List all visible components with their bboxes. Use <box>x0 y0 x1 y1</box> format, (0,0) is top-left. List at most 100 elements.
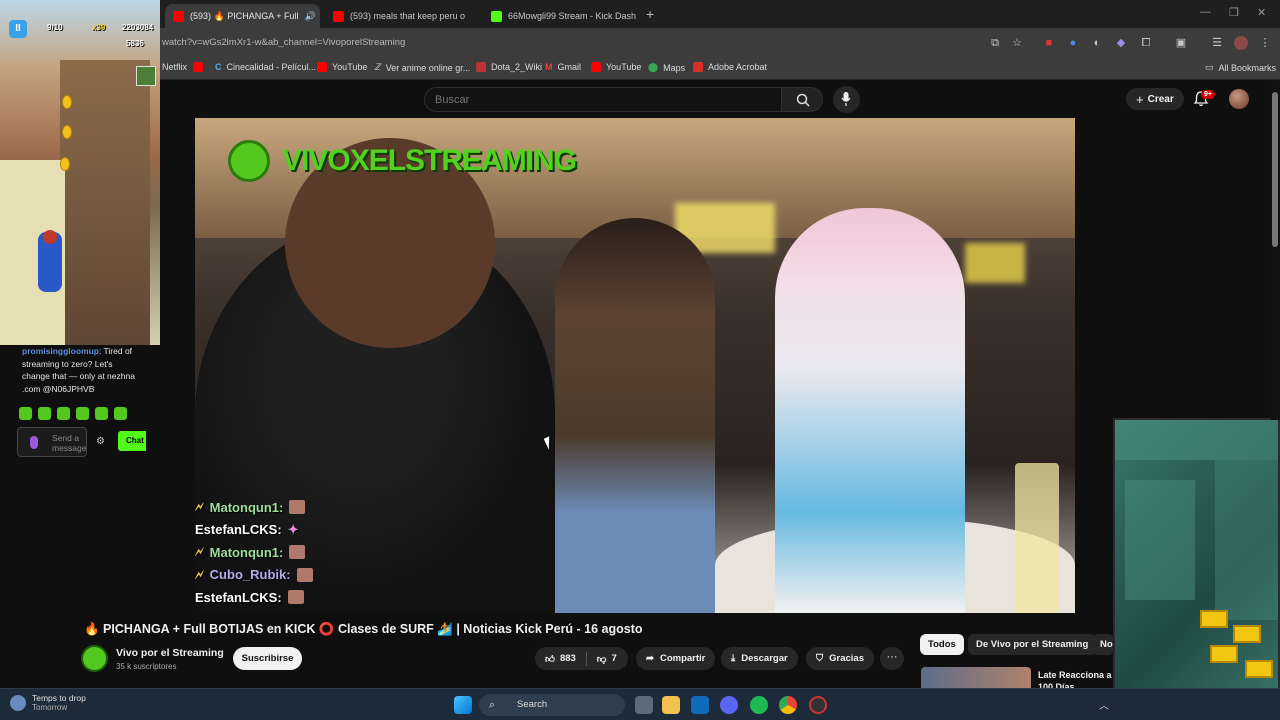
subscribe-button[interactable]: Suscribirse <box>233 647 302 670</box>
create-button[interactable]: + Crear <box>1126 88 1184 110</box>
pause-button[interactable]: II <box>9 20 27 38</box>
search-icon <box>796 93 810 107</box>
url-field[interactable]: watch?v=wGs2lmXr1-w&ab_channel=Vivoporel… <box>162 37 405 48</box>
task-view-icon[interactable] <box>635 696 653 714</box>
extension-icon[interactable]: ◐ <box>1090 36 1104 50</box>
extension-icon[interactable]: ■ <box>1042 36 1056 50</box>
spotify-icon[interactable] <box>750 696 768 714</box>
video-scene-person <box>555 218 715 613</box>
install-app-icon[interactable]: ⧉ <box>988 36 1002 50</box>
gold-block-icon <box>1200 610 1228 628</box>
media-control-icon[interactable]: ☰ <box>1210 36 1224 50</box>
chat-message-input[interactable]: Send a message <box>17 427 87 457</box>
chip-no[interactable]: No <box>1092 634 1114 655</box>
like-dislike-group: 👍︎ 883 👎︎ 7 <box>535 647 628 670</box>
extensions-puzzle-icon[interactable]: ⧠ <box>1139 36 1153 50</box>
bookmark-youtube-2[interactable]: YouTube <box>591 62 641 72</box>
chat-input-placeholder: Send a message <box>52 433 87 453</box>
scrollbar-thumb[interactable] <box>1272 92 1278 247</box>
bookmark-youtube-icon[interactable] <box>193 62 203 72</box>
thanks-icon: ⛉ <box>816 653 824 664</box>
tab-meals-peru[interactable]: (593) meals that keep peru on × <box>325 4 465 28</box>
bookmark-maps[interactable]: ⬤ Maps <box>648 62 685 73</box>
bookmark-star-icon[interactable]: ☆ <box>1010 36 1024 50</box>
search-button[interactable] <box>781 87 823 112</box>
chip-todos[interactable]: Todos <box>920 634 964 655</box>
bookmark-youtube[interactable]: YouTube <box>317 62 367 72</box>
tab-kick-stream[interactable]: 66Mowgli99 Stream - Kick Dash × <box>483 4 638 28</box>
divider <box>585 651 587 666</box>
new-tab-button[interactable]: + <box>646 6 654 22</box>
channel-name[interactable]: Vivo por el Streaming <box>116 647 224 659</box>
menu-kebab-icon[interactable]: ⋮ <box>1258 36 1272 50</box>
coin-icon <box>62 95 72 109</box>
minimize-icon[interactable]: — <box>1200 6 1211 18</box>
windows-start-icon[interactable] <box>454 696 472 714</box>
overlay-chat-line: EstefanLCKS: <box>195 586 313 609</box>
dislike-button[interactable]: 👎︎ 7 <box>597 653 617 665</box>
taskbar-search[interactable]: ⌕ Search <box>479 694 625 716</box>
download-button[interactable]: ⤓ Descargar <box>721 647 798 670</box>
game-track <box>60 60 150 345</box>
gear-icon[interactable]: ⚙ <box>96 436 105 447</box>
emote-icon[interactable] <box>38 407 51 420</box>
minecraft-pip-window[interactable] <box>1113 418 1280 715</box>
account-avatar[interactable] <box>1229 89 1249 109</box>
video-player[interactable]: VIVOXELSTREAMING 🗲 Matonqun1: EstefanLCK… <box>195 118 1075 613</box>
bookmark-dota2-wiki[interactable]: Dota_2_Wiki <box>476 62 542 72</box>
thanks-button[interactable]: ⛉ Gracias <box>806 647 875 670</box>
video-overlay-chat: 🗲 Matonqun1: EstefanLCKS: ✦ 🗲 Matonqun1:… <box>195 496 313 609</box>
overlay-chat-line: EstefanLCKS: ✦ <box>195 521 299 538</box>
chat-send-button[interactable]: Chat <box>118 431 146 451</box>
bookmark-adobe-acrobat[interactable]: Adobe Acrobat <box>693 62 767 72</box>
like-button[interactable]: 👍︎ 883 <box>545 653 576 665</box>
app-icon[interactable] <box>809 696 827 714</box>
share-button[interactable]: ➦ Compartir <box>636 647 716 670</box>
emote-icon[interactable] <box>57 407 70 420</box>
chat-username[interactable]: promisinggloomup <box>22 346 99 356</box>
emote-icon[interactable] <box>114 407 127 420</box>
weather-widget[interactable]: Temps to drop Tomorrow <box>10 693 86 712</box>
speaker-icon[interactable]: 🔊 <box>305 11 316 22</box>
chevron-up-icon[interactable]: ︿ <box>1099 697 1109 712</box>
progress-counter: 9/10 <box>47 23 63 32</box>
emote-icon[interactable] <box>95 407 108 420</box>
chrome-icon[interactable] <box>779 696 797 714</box>
maximize-icon[interactable]: ❐ <box>1229 6 1239 19</box>
game-pip-window[interactable]: II 9/10 x39 2203084 5836 <box>0 0 160 345</box>
discord-icon[interactable] <box>720 696 738 714</box>
microphone-icon <box>30 436 38 449</box>
kick-favicon-icon <box>491 10 502 22</box>
windows-taskbar: Temps to drop Tomorrow ⌕ Search ︿ <box>0 688 1280 720</box>
coins-count: 5836 <box>126 39 144 48</box>
bookmark-netflix[interactable]: Netflix <box>162 62 187 72</box>
overlay-chat-line: 🗲 Matonqun1: <box>195 541 313 564</box>
voice-search-button[interactable] <box>833 86 860 113</box>
close-window-icon[interactable]: ✕ <box>1257 6 1266 19</box>
powerup-icon <box>136 66 156 86</box>
tab-label: (593) 🔥 PICHANGA + Full <box>190 10 299 21</box>
bookmark-gmail[interactable]: M Gmail <box>545 62 581 72</box>
bookmark-cinecalidad[interactable]: C Cinecalidad - Películ... <box>215 62 316 72</box>
emote-icon <box>289 500 306 515</box>
emote-icon[interactable] <box>76 407 89 420</box>
search-input[interactable] <box>424 87 782 112</box>
profile-avatar-icon[interactable] <box>1234 36 1248 50</box>
tab-pichanga[interactable]: (593) 🔥 PICHANGA + Full 🔊 × <box>165 4 320 28</box>
channel-avatar[interactable] <box>81 645 108 672</box>
coin-icon <box>62 125 72 139</box>
all-bookmarks[interactable]: ▭ All Bookmarks <box>1205 62 1276 73</box>
badge-icon: 🗲 <box>195 499 204 515</box>
bookmark-anime[interactable]: ℤ Ver anime online gr... <box>374 62 470 73</box>
extension-icon[interactable]: ● <box>1066 36 1080 50</box>
recommended-video-title[interactable]: Late Reacciona a 100 Días Atrapad... <box>1038 669 1112 689</box>
emote-icon[interactable] <box>19 407 32 420</box>
outlook-icon[interactable] <box>691 696 709 714</box>
more-actions-button[interactable]: ··· <box>880 647 904 670</box>
recommended-video-thumbnail[interactable] <box>921 667 1031 689</box>
file-explorer-icon[interactable] <box>662 696 680 714</box>
game-wall <box>1115 420 1278 460</box>
extension-icon[interactable]: ◆ <box>1114 36 1128 50</box>
chip-de-vivo[interactable]: De Vivo por el Streaming <box>968 634 1097 655</box>
side-panel-icon[interactable]: ▣ <box>1174 36 1188 50</box>
